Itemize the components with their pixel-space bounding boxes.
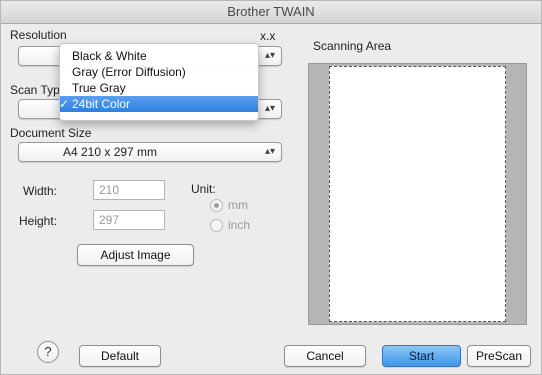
scanning-area-label: Scanning Area: [313, 39, 392, 53]
cancel-button[interactable]: Cancel: [284, 345, 366, 367]
start-button[interactable]: Start: [382, 345, 461, 367]
height-field[interactable]: 297: [93, 210, 165, 230]
unit-label: Unit:: [191, 182, 216, 196]
menu-item-true-gray[interactable]: True Gray: [60, 80, 258, 96]
resolution-value-fragment: x.x: [260, 29, 276, 43]
brother-twain-window: Brother TWAIN Resolution ▴▾ x.x Scan Typ…: [0, 0, 542, 375]
menu-item-black-white[interactable]: Black & White: [60, 48, 258, 64]
popup-arrows-icon: ▴▾: [264, 50, 275, 61]
adjust-image-button[interactable]: Adjust Image: [77, 244, 194, 266]
unit-mm-radio[interactable]: [210, 199, 223, 212]
popup-arrows-icon: ▴▾: [264, 146, 275, 157]
window-title: Brother TWAIN: [1, 1, 541, 24]
document-size-popup[interactable]: A4 210 x 297 mm ▴▾: [18, 142, 282, 162]
width-label: Width:: [23, 184, 58, 198]
width-field[interactable]: 210: [93, 180, 165, 200]
document-size-label: Document Size: [10, 126, 92, 140]
scanning-area-preview[interactable]: [308, 63, 527, 325]
resolution-label: Resolution: [10, 28, 67, 42]
document-size-value: A4 210 x 297 mm: [63, 145, 158, 159]
default-button[interactable]: Default: [79, 345, 161, 367]
popup-arrows-icon: ▴▾: [264, 103, 275, 114]
scan-type-label: Scan Type: [10, 83, 67, 97]
scanning-area-page[interactable]: [329, 66, 506, 322]
unit-inch-radio[interactable]: [210, 219, 223, 232]
unit-inch-label: inch: [228, 218, 251, 232]
menu-item-gray-error-diffusion[interactable]: Gray (Error Diffusion): [60, 64, 258, 80]
checkmark-icon: ✓: [59, 97, 70, 111]
unit-mm-label: mm: [228, 198, 248, 212]
scan-type-menu: Black & White Gray (Error Diffusion) Tru…: [59, 43, 259, 121]
prescan-button[interactable]: PreScan: [467, 345, 531, 367]
menu-item-24bit-color[interactable]: ✓ 24bit Color: [59, 96, 258, 112]
help-button[interactable]: ?: [37, 341, 59, 363]
height-label: Height:: [19, 214, 58, 228]
